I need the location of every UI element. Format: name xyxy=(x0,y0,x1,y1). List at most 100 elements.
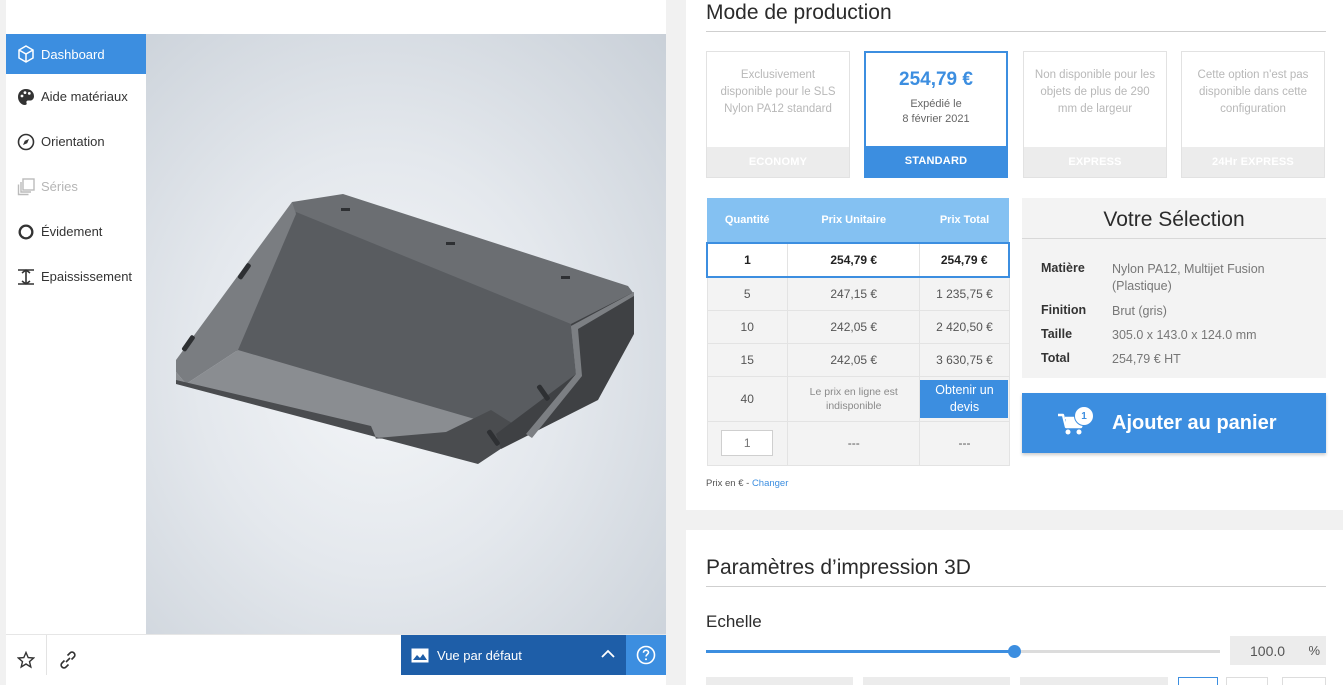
option-price: 254,79 € xyxy=(899,69,973,90)
summary-value: Brut (gris) xyxy=(1112,304,1167,318)
sidebar-item-series: Séries xyxy=(6,164,146,209)
summary-key: Finition xyxy=(1041,303,1087,317)
divider xyxy=(1022,238,1326,239)
sidebar-item-epaississement[interactable]: Epaississement xyxy=(6,254,146,299)
viewer-topbar xyxy=(6,0,666,34)
3d-viewport[interactable] xyxy=(146,34,666,634)
scale-value: 100.0 xyxy=(1250,643,1286,659)
option-description: Cette option n'est pas disponible dans c… xyxy=(1197,69,1309,115)
scale-input[interactable]: 100.0 % xyxy=(1230,636,1326,665)
get-quote-button[interactable]: Obtenir un devis xyxy=(920,379,1009,418)
table-row[interactable]: 10 242,05 € 2 420,50 € xyxy=(706,309,1010,344)
summary-row-finish: Finition Brut (gris) xyxy=(1041,303,1312,320)
summary-key: Taille xyxy=(1041,327,1073,341)
summary-value: 254,79 € HT xyxy=(1112,352,1181,366)
slider-handle[interactable] xyxy=(1008,645,1022,658)
qty-cell: 5 xyxy=(706,276,788,311)
scale-slider[interactable] xyxy=(706,645,1220,658)
link-icon[interactable] xyxy=(55,647,81,673)
custom-quantity-input[interactable] xyxy=(721,430,774,456)
part-3d-model xyxy=(176,194,634,464)
col-header: Quantité xyxy=(707,198,788,243)
ship-date: 8 février 2021 xyxy=(902,113,970,125)
title-rule xyxy=(706,31,1326,32)
cube-icon xyxy=(16,44,36,64)
selection-summary: Votre Sélection Matière Nylon PA12, Mult… xyxy=(1022,198,1326,378)
star-icon[interactable] xyxy=(13,647,39,673)
total-cell: 1 235,75 € xyxy=(919,276,1010,311)
production-mode-card: Mode de production Exclusivement disponi… xyxy=(686,0,1343,510)
price-unavailable-note: Le prix en ligne est indisponible xyxy=(786,375,921,422)
sidebar-item-label: Aide matériaux xyxy=(41,89,128,104)
sidebar-item-orientation[interactable]: Orientation xyxy=(6,119,146,164)
param-tile[interactable] xyxy=(863,677,1010,685)
hollow-icon xyxy=(16,222,36,242)
table-row[interactable]: 15 242,05 € 3 630,75 € xyxy=(706,342,1010,377)
sidebar-item-label: Évidement xyxy=(41,224,103,239)
quantity-price-table: Quantité Prix Unitaire Prix Total 1 254,… xyxy=(705,198,1011,466)
param-tile[interactable] xyxy=(1282,677,1326,685)
total-cell: 3 630,75 € xyxy=(919,342,1010,377)
summary-value: Nylon PA12, Multijet Fusion (Plastique) xyxy=(1112,262,1265,293)
total-cell: 2 420,50 € xyxy=(919,309,1010,344)
option-description: Non disponible pour les objets de plus d… xyxy=(1034,69,1156,115)
qty-cell: 40 xyxy=(706,375,788,422)
sidebar: Dashboard Aide matériaux Orientation Sér… xyxy=(6,34,146,634)
print-params-card: Paramètres d’impression 3D Echelle 100.0… xyxy=(686,530,1343,685)
qty-cell: 15 xyxy=(706,342,788,377)
total-cell: --- xyxy=(919,420,1010,466)
param-tile[interactable] xyxy=(1226,677,1268,685)
summary-row-material: Matière Nylon PA12, Multijet Fusion (Pla… xyxy=(1041,261,1312,295)
option-express: Non disponible pour les objets de plus d… xyxy=(1023,51,1167,178)
table-row[interactable]: 5 247,15 € 1 235,75 € xyxy=(706,276,1010,311)
sidebar-item-label: Dashboard xyxy=(41,46,105,62)
summary-key: Matière xyxy=(1041,261,1085,275)
scale-unit: % xyxy=(1308,643,1320,658)
chevron-up-icon xyxy=(600,646,616,665)
param-tile[interactable] xyxy=(1178,677,1218,685)
sidebar-item-evidement[interactable]: Évidement xyxy=(6,209,146,254)
palette-icon xyxy=(16,87,36,107)
table-header-row: Quantité Prix Unitaire Prix Total xyxy=(707,198,1009,243)
summary-row-size: Taille 305.0 x 143.0 x 124.0 mm xyxy=(1041,327,1312,344)
viewer-panel: Dashboard Aide matériaux Orientation Sér… xyxy=(6,0,666,685)
viewer-bottom-bar: Vue par défaut xyxy=(6,634,666,685)
help-button[interactable] xyxy=(626,635,666,675)
scale-label: Echelle xyxy=(706,612,762,631)
change-currency-link[interactable]: Changer xyxy=(752,478,788,489)
title-rule xyxy=(706,586,1326,587)
sidebar-item-label: Séries xyxy=(41,179,78,194)
add-to-cart-button[interactable]: 1 Ajouter au panier xyxy=(1022,393,1326,453)
table-row[interactable]: 1 254,79 € 254,79 € xyxy=(705,242,1011,278)
summary-key: Total xyxy=(1041,351,1070,365)
col-header: Prix Unitaire xyxy=(787,198,920,243)
option-24hr-express: Cette option n'est pas disponible dans c… xyxy=(1181,51,1325,178)
total-cell: 254,79 € xyxy=(919,242,1011,278)
view-select-button[interactable]: Vue par défaut xyxy=(401,635,626,675)
param-tile[interactable] xyxy=(1020,677,1168,685)
option-footer: STANDARD xyxy=(866,146,1006,176)
option-footer: ECONOMY xyxy=(707,147,849,177)
unit-cell: 242,05 € xyxy=(786,342,921,377)
selection-title: Votre Sélection xyxy=(1103,208,1245,231)
option-standard[interactable]: 254,79 € Expédié le 8 février 2021 STAND… xyxy=(864,51,1008,178)
summary-value: 305.0 x 143.0 x 124.0 mm xyxy=(1112,328,1257,342)
sidebar-item-dashboard[interactable]: Dashboard xyxy=(6,34,146,74)
production-title: Mode de production xyxy=(706,1,892,24)
cart-label: Ajouter au panier xyxy=(1112,412,1277,434)
option-ship-date: Expédié le 8 février 2021 xyxy=(866,97,1006,127)
param-tile[interactable] xyxy=(706,677,853,685)
view-label: Vue par défaut xyxy=(437,647,522,663)
option-economy: Exclusivement disponible pour le SLS Nyl… xyxy=(706,51,850,178)
unit-cell: --- xyxy=(786,420,921,466)
option-footer: EXPRESS xyxy=(1024,147,1166,177)
sidebar-item-label: Epaississement xyxy=(41,269,133,284)
image-icon xyxy=(411,648,429,663)
sidebar-item-aide-materiaux[interactable]: Aide matériaux xyxy=(6,74,146,119)
quote-label: Obtenir un xyxy=(935,382,994,397)
help-icon xyxy=(636,645,656,665)
params-title: Paramètres d’impression 3D xyxy=(706,556,971,579)
qty-cell xyxy=(706,420,788,466)
table-row: 40 Le prix en ligne est indisponible Obt… xyxy=(706,375,1010,422)
quote-label: devis xyxy=(949,399,980,414)
